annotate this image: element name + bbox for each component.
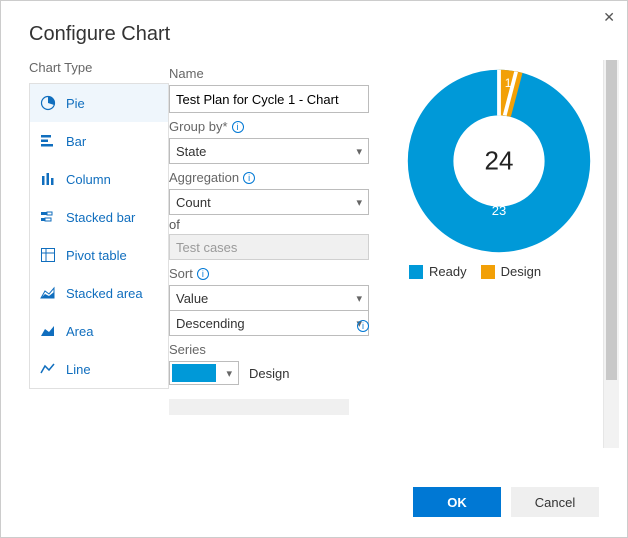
legend-swatch-design [481,265,495,279]
sort-direction-select[interactable]: Descending ▾ [169,310,369,336]
aggregation-label: Aggregation [169,170,239,185]
legend-swatch-ready [409,265,423,279]
dialog-title: Configure Chart [1,1,627,60]
name-input[interactable] [169,85,369,113]
chart-preview: 24 23 1 [404,66,594,256]
chart-type-label-column: Column [66,172,111,187]
chevron-down-icon: ▾ [356,292,362,305]
line-icon [40,361,56,377]
chart-type-bar[interactable]: Bar [30,122,168,160]
sort-direction-value: Descending [176,316,245,331]
pie-icon [40,95,56,111]
group-by-label: Group by* [169,119,228,134]
chart-type-label-line: Line [66,362,91,377]
bar-icon [40,133,56,149]
legend-item-ready: Ready [409,264,467,279]
chart-type-label: Chart Type [29,60,169,75]
chart-type-label-bar: Bar [66,134,86,149]
chart-slice-design-label: 1 [505,76,512,90]
legend-label-ready: Ready [429,264,467,279]
chart-type-label-pivot-table: Pivot table [66,248,127,263]
info-icon[interactable]: i [357,320,369,332]
chart-type-stacked-bar[interactable]: Stacked bar [30,198,168,236]
group-by-value: State [176,144,206,159]
chart-total: 24 [485,146,514,177]
series-color-select[interactable]: ▾ [169,361,239,385]
info-icon[interactable]: i [232,121,244,133]
of-label: of [169,217,379,232]
chart-type-line[interactable]: Line [30,350,168,388]
stacked-area-icon [40,285,56,301]
chart-type-label-area: Area [66,324,93,339]
legend-item-design: Design [481,264,541,279]
sort-field-value: Value [176,291,208,306]
chart-type-area[interactable]: Area [30,312,168,350]
column-icon [40,171,56,187]
chevron-down-icon: ▾ [226,367,232,380]
info-icon[interactable]: i [243,172,255,184]
pivot-table-icon [40,247,56,263]
info-icon[interactable]: i [197,268,209,280]
scrollbar[interactable] [603,60,619,448]
chart-type-label-pie: Pie [66,96,85,111]
legend-label-design: Design [501,264,541,279]
chart-type-list: Pie Bar Column Stacked bar [29,83,169,389]
sort-field-select[interactable]: Value ▾ [169,285,369,311]
name-label: Name [169,66,379,81]
aggregation-value: Count [176,195,211,210]
series-color-swatch [172,364,216,382]
area-icon [40,323,56,339]
chart-type-label-stacked-bar: Stacked bar [66,210,135,225]
chart-type-label-stacked-area: Stacked area [66,286,143,301]
chart-type-column[interactable]: Column [30,160,168,198]
aggregation-select[interactable]: Count ▾ [169,189,369,215]
chevron-down-icon: ▾ [356,196,362,209]
cancel-button[interactable]: Cancel [511,487,599,517]
close-icon[interactable]: ✕ [603,9,615,26]
of-field: Test cases [169,234,369,260]
chart-type-stacked-area[interactable]: Stacked area [30,274,168,312]
ok-button[interactable]: OK [413,487,501,517]
chart-type-pie[interactable]: Pie [30,84,168,122]
scroll-thumb[interactable] [606,60,617,380]
group-by-select[interactable]: State ▾ [169,138,369,164]
series-placeholder [169,399,349,415]
stacked-bar-icon [40,209,56,225]
chart-type-pivot-table[interactable]: Pivot table [30,236,168,274]
chart-slice-ready-label: 23 [492,203,506,218]
series-value-label: Design [249,366,289,381]
series-label: Series [169,342,206,357]
chevron-down-icon: ▾ [356,145,362,158]
sort-label: Sort [169,266,193,281]
chart-legend: Ready Design [409,264,619,279]
